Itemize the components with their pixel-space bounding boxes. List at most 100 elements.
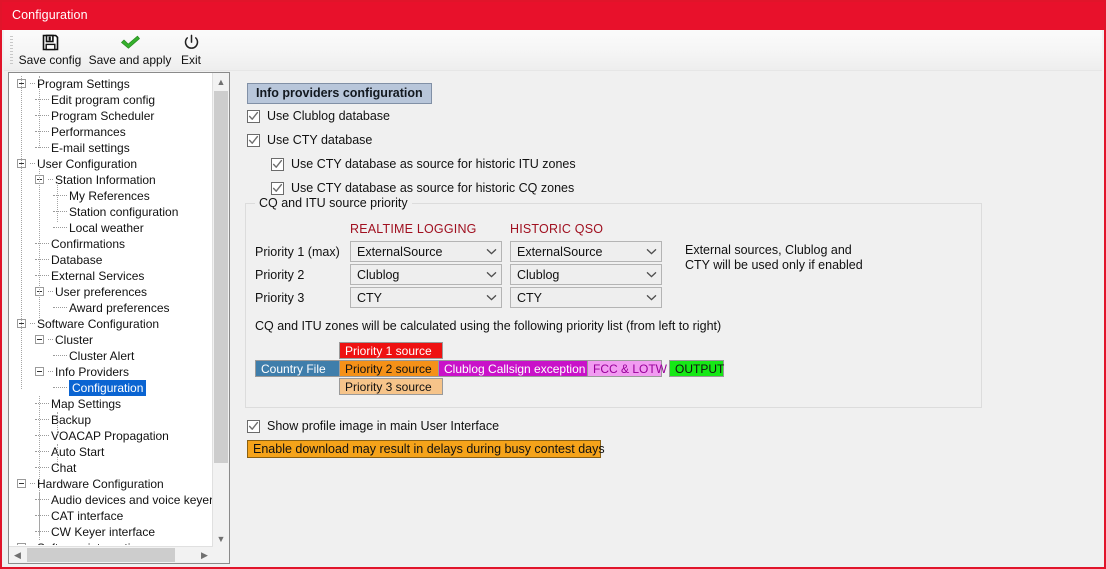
scroll-right-arrow-icon[interactable]: ▶: [196, 547, 213, 563]
tree-item-award-preferences[interactable]: Award preferences: [53, 300, 170, 316]
badge-priority-1-source: Priority 1 source: [339, 342, 443, 359]
save-and-apply-button[interactable]: Save and apply: [88, 32, 172, 68]
toolbar-grip[interactable]: [10, 36, 13, 66]
tree-connector-line: [48, 291, 53, 293]
chevron-down-icon[interactable]: [641, 294, 661, 301]
priority-1-realtime-select[interactable]: ExternalSource: [350, 241, 502, 262]
cq-itu-source-priority-group: CQ and ITU source priority REALTIME LOGG…: [245, 196, 982, 408]
tree-item-backup[interactable]: Backup: [35, 412, 91, 428]
tree-item-confirmations[interactable]: Confirmations: [35, 236, 125, 252]
scroll-left-arrow-icon[interactable]: ◀: [9, 547, 26, 563]
tree-item-label: Database: [51, 253, 103, 267]
tree-expander-icon[interactable]: [35, 335, 44, 345]
tree-guide-line: [21, 76, 22, 389]
tree-item-audio-devices-and-voice-keyer[interactable]: Audio devices and voice keyer: [35, 492, 213, 508]
tree-item-my-references[interactable]: My References: [53, 188, 150, 204]
checkbox-check-icon: [271, 181, 284, 195]
tree-item-label: Station configuration: [69, 205, 179, 219]
badge-country-file: Country File: [255, 360, 343, 377]
tree-item-label: Edit program config: [51, 93, 156, 107]
tree-item-user-configuration[interactable]: User Configuration: [17, 156, 137, 172]
tree-horizontal-scrollbar[interactable]: ◀ ▶: [9, 546, 213, 563]
tree-item-e-mail-settings[interactable]: E-mail settings: [35, 140, 130, 156]
tree-item-station-information[interactable]: Station Information: [35, 172, 156, 188]
tree-item-cat-interface[interactable]: CAT interface: [35, 508, 123, 524]
column-header-realtime-logging: REALTIME LOGGING: [350, 222, 477, 236]
tree-item-software-configuration[interactable]: Software Configuration: [17, 316, 159, 332]
scroll-down-arrow-icon[interactable]: ▼: [213, 530, 229, 547]
chevron-down-icon[interactable]: [641, 248, 661, 255]
tree-vscroll-thumb[interactable]: [214, 91, 228, 463]
tree-hscroll-thumb[interactable]: [27, 548, 175, 562]
chevron-down-icon[interactable]: [481, 294, 501, 301]
tree-item-label: Station Information: [55, 173, 156, 187]
exit-label: Exit: [180, 53, 201, 67]
tree-connector-line: [35, 115, 49, 117]
tree-item-label: VOACAP Propagation: [51, 429, 169, 443]
tree-item-label: CAT interface: [51, 509, 124, 523]
tree-expander-icon[interactable]: [35, 367, 44, 377]
tree-item-database[interactable]: Database: [35, 252, 102, 268]
tree-item-software-integration[interactable]: Software integration: [17, 540, 144, 545]
tree-connector-line: [48, 179, 53, 181]
tree-item-label: My References: [69, 189, 150, 203]
floppy-disk-icon: [42, 32, 59, 52]
tree-item-label: Auto Start: [51, 445, 105, 459]
tree-item-performances[interactable]: Performances: [35, 124, 126, 140]
checkbox-check-icon: [247, 419, 260, 433]
tree-connector-line: [35, 131, 49, 133]
priority-2-realtime-select[interactable]: Clublog: [350, 264, 502, 285]
use-cty-database-checkbox[interactable]: Use CTY database: [247, 133, 372, 147]
toolbar: Save config Save and apply Exit: [4, 30, 1102, 71]
scroll-up-arrow-icon[interactable]: ▲: [213, 73, 229, 90]
tree-item-info-providers[interactable]: Info Providers: [35, 364, 129, 380]
tree-item-map-settings[interactable]: Map Settings: [35, 396, 121, 412]
tree-expander-icon[interactable]: [17, 543, 26, 545]
tree-item-external-services[interactable]: External Services: [35, 268, 144, 284]
priority-2-historic-select[interactable]: Clublog: [510, 264, 662, 285]
priority-3-historic-select[interactable]: CTY: [510, 287, 662, 308]
settings-tree[interactable]: Program Settings Edit program config Progr…: [9, 73, 214, 545]
tree-item-cw-keyer-interface[interactable]: CW Keyer interface: [35, 524, 155, 540]
priority-1-realtime-value: ExternalSource: [357, 244, 443, 259]
tree-connector-line: [35, 403, 49, 405]
tree-item-program-settings[interactable]: Program Settings: [17, 76, 130, 92]
tree-item-chat[interactable]: Chat: [35, 460, 76, 476]
show-profile-image-label: Show profile image in main User Interfac…: [267, 419, 500, 433]
show-profile-image-checkbox[interactable]: Show profile image in main User Interfac…: [247, 419, 499, 433]
tree-item-edit-program-config[interactable]: Edit program config: [35, 92, 155, 108]
chevron-down-icon[interactable]: [641, 271, 661, 278]
tree-item-label: User preferences: [55, 285, 148, 299]
tree-guide-line: [39, 76, 40, 148]
priority-2-realtime-value: Clublog: [357, 267, 400, 282]
settings-tree-panel[interactable]: Program Settings Edit program config Progr…: [8, 72, 230, 564]
tree-expander-icon[interactable]: [17, 479, 26, 489]
exit-button[interactable]: Exit: [176, 32, 206, 68]
tree-connector-line: [53, 307, 67, 309]
cty-historic-itu-zones-checkbox[interactable]: Use CTY database as source for historic …: [271, 157, 576, 171]
priority-1-historic-select[interactable]: ExternalSource: [510, 241, 662, 262]
priority-3-label: Priority 3: [255, 291, 305, 305]
tree-item-configuration[interactable]: Configuration: [53, 380, 147, 396]
tree-item-voacap-propagation[interactable]: VOACAP Propagation: [35, 428, 169, 444]
title-bar: Configuration: [2, 2, 1104, 30]
cty-historic-itu-zones-label: Use CTY database as source for historic …: [291, 157, 576, 171]
tree-item-cluster[interactable]: Cluster: [35, 332, 93, 348]
tree-connector-line: [30, 483, 35, 485]
use-clublog-database-checkbox[interactable]: Use Clublog database: [247, 109, 390, 123]
main-content: Info providers configuration Use Clublog…: [232, 72, 1100, 563]
tree-item-local-weather[interactable]: Local weather: [53, 220, 144, 236]
priority-3-realtime-select[interactable]: CTY: [350, 287, 502, 308]
cty-historic-cq-zones-checkbox[interactable]: Use CTY database as source for historic …: [271, 181, 574, 195]
tree-item-cluster-alert[interactable]: Cluster Alert: [53, 348, 134, 364]
tree-item-program-scheduler[interactable]: Program Scheduler: [35, 108, 154, 124]
chevron-down-icon[interactable]: [481, 248, 501, 255]
tree-connector-line: [35, 499, 49, 501]
tree-item-station-configuration[interactable]: Station configuration: [53, 204, 178, 220]
tree-item-auto-start[interactable]: Auto Start: [35, 444, 104, 460]
chevron-down-icon[interactable]: [481, 271, 501, 278]
save-and-apply-label: Save and apply: [88, 53, 172, 67]
tree-item-user-preferences[interactable]: User preferences: [35, 284, 147, 300]
save-config-button[interactable]: Save config: [18, 32, 82, 68]
tree-vertical-scrollbar[interactable]: ▲ ▼: [212, 73, 229, 547]
